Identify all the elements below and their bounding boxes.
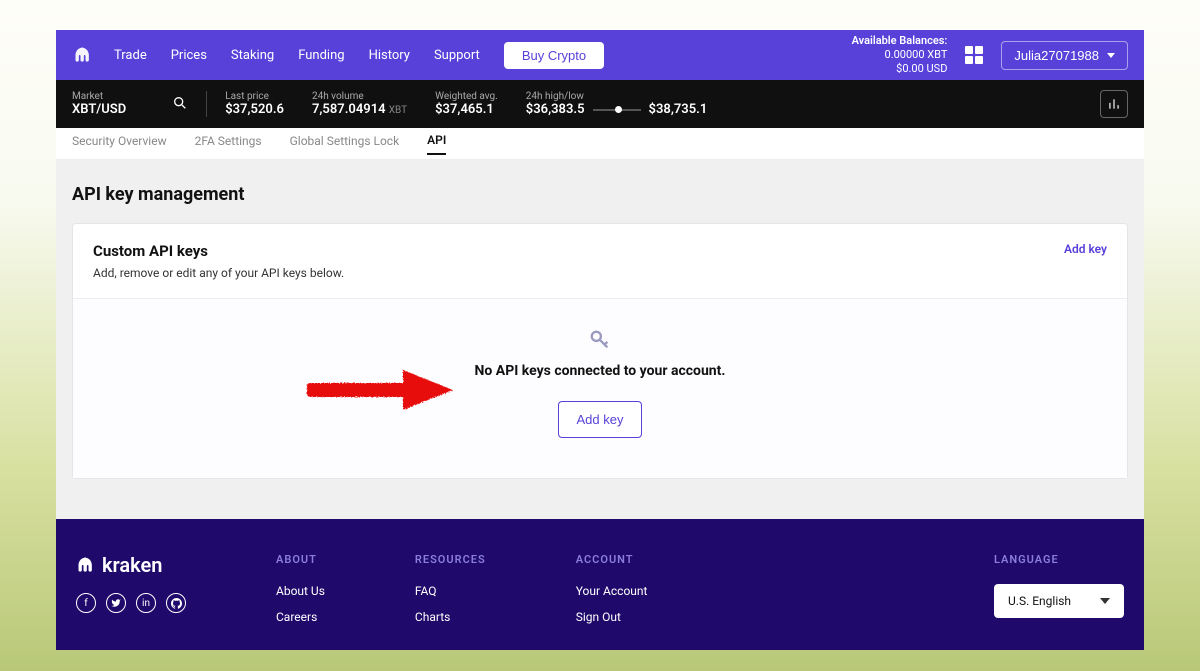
balance-xbt: 0.00000 XBT (852, 48, 948, 62)
card-subtitle: Add, remove or edit any of your API keys… (93, 266, 344, 280)
kraken-logo-icon[interactable] (72, 44, 94, 66)
range-high: $38,735.1 (649, 102, 708, 117)
tab-2fa-settings[interactable]: 2FA Settings (195, 134, 262, 154)
footer-link-your-account[interactable]: Your Account (576, 584, 648, 598)
top-nav: Trade Prices Staking Funding History Sup… (56, 30, 1144, 80)
footer-brand: kraken (76, 553, 186, 577)
api-keys-card: Custom API keys Add, remove or edit any … (72, 223, 1128, 479)
weighted-col: Weighted avg. $37,465.1 (435, 91, 498, 117)
page-content: API key management Custom API keys Add, … (56, 160, 1144, 519)
footer-link-faq[interactable]: FAQ (415, 584, 486, 598)
caret-down-icon (1107, 53, 1115, 58)
key-icon (589, 329, 611, 355)
add-key-button[interactable]: Add key (558, 401, 643, 438)
page-title: API key management (72, 184, 1128, 205)
linkedin-icon[interactable]: in (136, 593, 156, 613)
range-low: $36,383.5 (526, 102, 585, 117)
footer-link-charts[interactable]: Charts (415, 610, 486, 624)
nav-prices[interactable]: Prices (171, 48, 207, 63)
volume-value: 7,587.04914 XBT (312, 102, 407, 117)
user-menu-button[interactable]: Julia27071988 (1001, 41, 1128, 70)
nav-links: Trade Prices Staking Funding History Sup… (114, 48, 480, 63)
volume-col: 24h volume 7,587.04914 XBT (312, 91, 407, 117)
apps-grid-icon[interactable] (963, 44, 985, 66)
balances-title: Available Balances: (852, 34, 948, 48)
footer-link-about-us[interactable]: About Us (276, 584, 325, 598)
nav-funding[interactable]: Funding (298, 48, 344, 63)
nav-history[interactable]: History (369, 48, 410, 63)
tab-security-overview[interactable]: Security Overview (72, 134, 167, 154)
empty-state-message: No API keys connected to your account. (93, 363, 1107, 379)
github-icon[interactable] (166, 593, 186, 613)
nav-trade[interactable]: Trade (114, 48, 147, 63)
buy-crypto-button[interactable]: Buy Crypto (504, 42, 604, 69)
footer-about-col: ABOUT About Us Careers (276, 553, 325, 636)
security-tabs: Security Overview 2FA Settings Global Se… (56, 128, 1144, 160)
social-links: f in (76, 593, 186, 613)
footer-account-col: ACCOUNT Your Account Sign Out (576, 553, 648, 636)
balances-display: Available Balances: 0.00000 XBT $0.00 US… (852, 34, 948, 77)
facebook-icon[interactable]: f (76, 593, 96, 613)
search-icon[interactable] (172, 95, 188, 114)
chart-button[interactable] (1100, 90, 1128, 118)
weighted-value: $37,465.1 (435, 102, 498, 117)
nav-staking[interactable]: Staking (231, 48, 274, 63)
twitter-icon[interactable] (106, 593, 126, 613)
footer: kraken f in ABOUT About Us Careers RESOU… (56, 519, 1144, 650)
market-pair: XBT/USD (72, 102, 126, 117)
footer-resources-col: RESOURCES FAQ Charts (415, 553, 486, 636)
chevron-down-icon (1100, 598, 1110, 604)
market-pair-col: Market XBT/USD (72, 91, 126, 117)
language-select[interactable]: U.S. English (994, 584, 1124, 618)
add-key-link[interactable]: Add key (1064, 242, 1107, 256)
market-label: Market (72, 91, 126, 102)
range-slider (593, 109, 641, 111)
footer-link-sign-out[interactable]: Sign Out (576, 610, 648, 624)
tab-global-settings-lock[interactable]: Global Settings Lock (290, 134, 400, 154)
card-title: Custom API keys (93, 242, 344, 260)
market-bar: Market XBT/USD Last price $37,520.6 24h … (56, 80, 1144, 128)
tab-api[interactable]: API (427, 133, 446, 155)
footer-link-careers[interactable]: Careers (276, 610, 325, 624)
last-price-col: Last price $37,520.6 (225, 91, 284, 117)
range-col: 24h high/low $36,383.5 $38,735.1 (526, 91, 708, 117)
footer-language-col: LANGUAGE U.S. English (994, 553, 1124, 636)
balance-usd: $0.00 USD (852, 62, 948, 76)
last-price: $37,520.6 (225, 102, 284, 117)
user-label: Julia27071988 (1014, 48, 1099, 63)
nav-support[interactable]: Support (434, 48, 480, 63)
